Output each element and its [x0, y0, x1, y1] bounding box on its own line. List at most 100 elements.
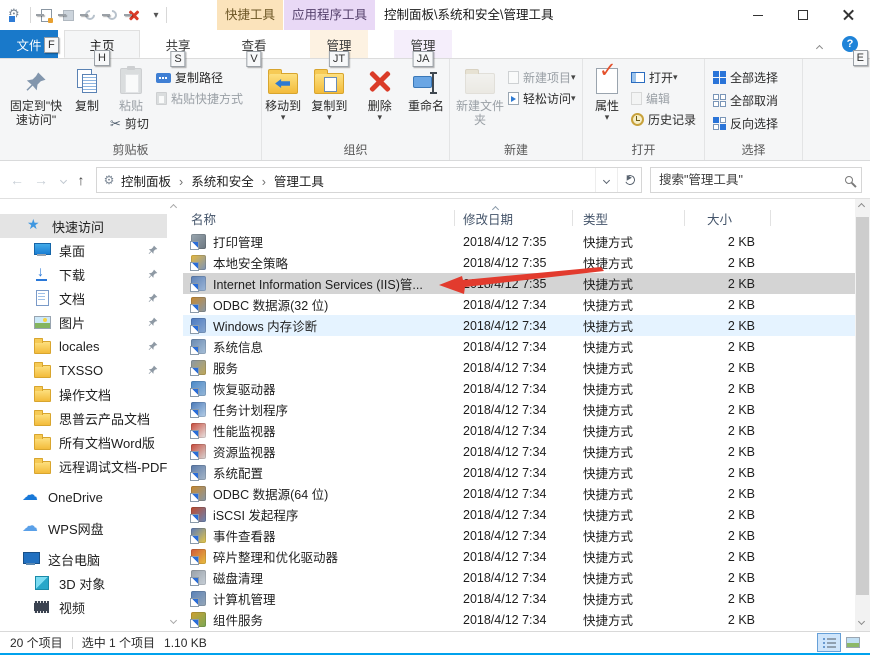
column-header-date[interactable]: 修改日期 [455, 205, 573, 231]
sidebar-item[interactable]: 文档 [0, 286, 167, 310]
column-header-name[interactable]: 名称 [183, 205, 455, 231]
sidebar-item[interactable]: 图片 [0, 310, 167, 334]
ribbon-collapse-button[interactable] [817, 40, 822, 54]
table-row[interactable]: Windows 内存诊断 2018/4/12 7:34 快捷方式 2 KB [183, 315, 855, 336]
move-to-button[interactable]: 移动到 [262, 61, 304, 146]
copy-to-button[interactable]: 复制到 [308, 61, 350, 146]
sidebar-item[interactable]: 思普云产品文档 [0, 406, 167, 430]
file-size: 2 KB [685, 319, 771, 333]
sidebar-item[interactable]: 下载 [0, 262, 167, 286]
rename-button[interactable]: 重命名 [403, 61, 449, 146]
table-row[interactable]: 服务 2018/4/12 7:34 快捷方式 2 KB [183, 357, 855, 378]
scrollbar-down[interactable] [170, 617, 177, 624]
table-row[interactable]: 任务计划程序 2018/4/12 7:34 快捷方式 2 KB [183, 399, 855, 420]
sidebar-scrollbar[interactable] [167, 199, 183, 631]
divider [72, 637, 73, 649]
sidebar-item[interactable]: 这台电脑 [0, 547, 167, 571]
sidebar-item-icon [33, 361, 51, 379]
button-label: 全部选择 [730, 69, 778, 86]
invert-selection-button[interactable]: 反向选择 [713, 113, 802, 134]
ribbon-tab[interactable]: 主页 H [64, 30, 140, 58]
table-row[interactable]: 事件查看器 2018/4/12 7:34 快捷方式 2 KB [183, 525, 855, 546]
table-row[interactable]: 性能监视器 2018/4/12 7:34 快捷方式 2 KB [183, 420, 855, 441]
contextual-header-app-tools[interactable]: 应用程序工具 [284, 0, 375, 30]
table-row[interactable]: iSCSI 发起程序 2018/4/12 7:34 快捷方式 2 KB [183, 504, 855, 525]
back-button[interactable] [6, 167, 28, 193]
breadcrumb-item[interactable]: 控制面板 [121, 171, 191, 190]
scrollbar-down[interactable] [858, 618, 865, 625]
sidebar-item[interactable]: 视频 [0, 595, 167, 619]
open-button[interactable]: 打开 [631, 67, 696, 88]
forward-button[interactable] [30, 167, 52, 193]
sidebar-item[interactable]: 快速访问 [0, 214, 167, 238]
table-row[interactable]: 恢复驱动器 2018/4/12 7:34 快捷方式 2 KB [183, 378, 855, 399]
edit-button[interactable]: 编辑 [631, 88, 696, 109]
easy-access-button[interactable]: 轻松访问 [508, 88, 576, 109]
address-bar[interactable]: 控制面板系统和安全管理工具 [96, 167, 642, 193]
search-input[interactable] [659, 173, 845, 187]
sidebar-item[interactable]: 所有文档Word版 [0, 430, 167, 454]
paste-shortcut-button[interactable]: 粘贴快捷方式 [156, 88, 243, 109]
sidebar-item[interactable]: OneDrive [0, 485, 167, 509]
sidebar-item[interactable]: 3D 对象 [0, 571, 167, 595]
list-scrollbar[interactable] [855, 199, 870, 631]
pin-to-quick-access-button[interactable]: 固定到"快速访问" [8, 61, 64, 146]
button-label: 移动到 [265, 99, 301, 113]
file-tab[interactable]: 文件 F [0, 30, 58, 58]
table-row[interactable]: 系统信息 2018/4/12 7:34 快捷方式 2 KB [183, 336, 855, 357]
table-row[interactable]: 资源监视器 2018/4/12 7:34 快捷方式 2 KB [183, 441, 855, 462]
history-button[interactable]: 历史记录 [631, 109, 696, 130]
contextual-header-shortcut-tools[interactable]: 快捷工具 [217, 0, 283, 30]
new-item-button[interactable]: 新建项目 [508, 67, 576, 88]
keytip [80, 14, 88, 16]
keytip: F [44, 37, 59, 53]
column-header-size[interactable]: 大小 [685, 205, 771, 231]
close-button[interactable] [825, 0, 870, 30]
sidebar-item[interactable]: TXSSO [0, 358, 167, 382]
view-details-button[interactable] [817, 633, 841, 652]
file-size: 2 KB [685, 403, 771, 417]
sidebar-item[interactable]: 远程调试文档-PDF版 [0, 454, 167, 478]
breadcrumb-item[interactable]: 系统和安全 [191, 171, 274, 190]
select-all-button[interactable]: 全部选择 [713, 67, 802, 88]
scrollbar-thumb[interactable] [856, 217, 869, 595]
sidebar-item[interactable]: WPS网盘 [0, 516, 167, 540]
minimize-button[interactable] [735, 0, 780, 30]
scrollbar-up[interactable] [170, 204, 177, 211]
ribbon-tab[interactable]: 共享 S [140, 30, 216, 58]
properties-button[interactable]: 属性 [587, 61, 627, 146]
copy-button[interactable]: 复制 [68, 61, 106, 146]
paste-button[interactable]: 粘贴 [110, 61, 152, 113]
column-header-type[interactable]: 类型 [573, 205, 685, 231]
table-row[interactable]: 碎片整理和优化驱动器 2018/4/12 7:34 快捷方式 2 KB [183, 546, 855, 567]
table-row[interactable]: 系统配置 2018/4/12 7:34 快捷方式 2 KB [183, 462, 855, 483]
new-folder-button[interactable]: 新建文件夹 [456, 61, 504, 146]
address-dropdown-button[interactable] [595, 168, 617, 192]
table-row[interactable]: 磁盘清理 2018/4/12 7:34 快捷方式 2 KB [183, 567, 855, 588]
select-none-button[interactable]: 全部取消 [713, 90, 802, 111]
maximize-button[interactable] [780, 0, 825, 30]
ribbon-tab[interactable]: 管理 JA [394, 30, 452, 58]
table-row[interactable]: 计算机管理 2018/4/12 7:34 快捷方式 2 KB [183, 588, 855, 609]
copy-path-button[interactable]: 复制路径 [156, 67, 243, 88]
delete-button[interactable]: 删除 [361, 61, 399, 146]
scrollbar-up[interactable] [858, 203, 865, 210]
breadcrumb-item[interactable]: 管理工具 [274, 171, 340, 190]
file-date: 2018/4/12 7:34 [455, 298, 573, 312]
sidebar-item[interactable]: locales [0, 334, 167, 358]
up-button[interactable] [70, 167, 92, 193]
table-row[interactable]: 打印管理 2018/4/12 7:35 快捷方式 2 KB [183, 231, 855, 252]
cut-button[interactable]: 剪切 [110, 113, 152, 134]
table-row[interactable]: ODBC 数据源(64 位) 2018/4/12 7:34 快捷方式 2 KB [183, 483, 855, 504]
sidebar-item[interactable]: 操作文档 [0, 382, 167, 406]
table-row[interactable]: 组件服务 2018/4/12 7:34 快捷方式 2 KB [183, 609, 855, 630]
sidebar-item[interactable]: 桌面 [0, 238, 167, 262]
file-date: 2018/4/12 7:34 [455, 550, 573, 564]
app-icon[interactable] [7, 7, 23, 23]
refresh-button[interactable] [617, 168, 641, 192]
view-thumbnail-button[interactable] [841, 633, 865, 652]
ribbon-tab[interactable]: 管理 JT [310, 30, 368, 58]
keytip [36, 14, 44, 16]
qat-customize-button[interactable] [148, 7, 164, 23]
ribbon-tab[interactable]: 查看 V [216, 30, 292, 58]
